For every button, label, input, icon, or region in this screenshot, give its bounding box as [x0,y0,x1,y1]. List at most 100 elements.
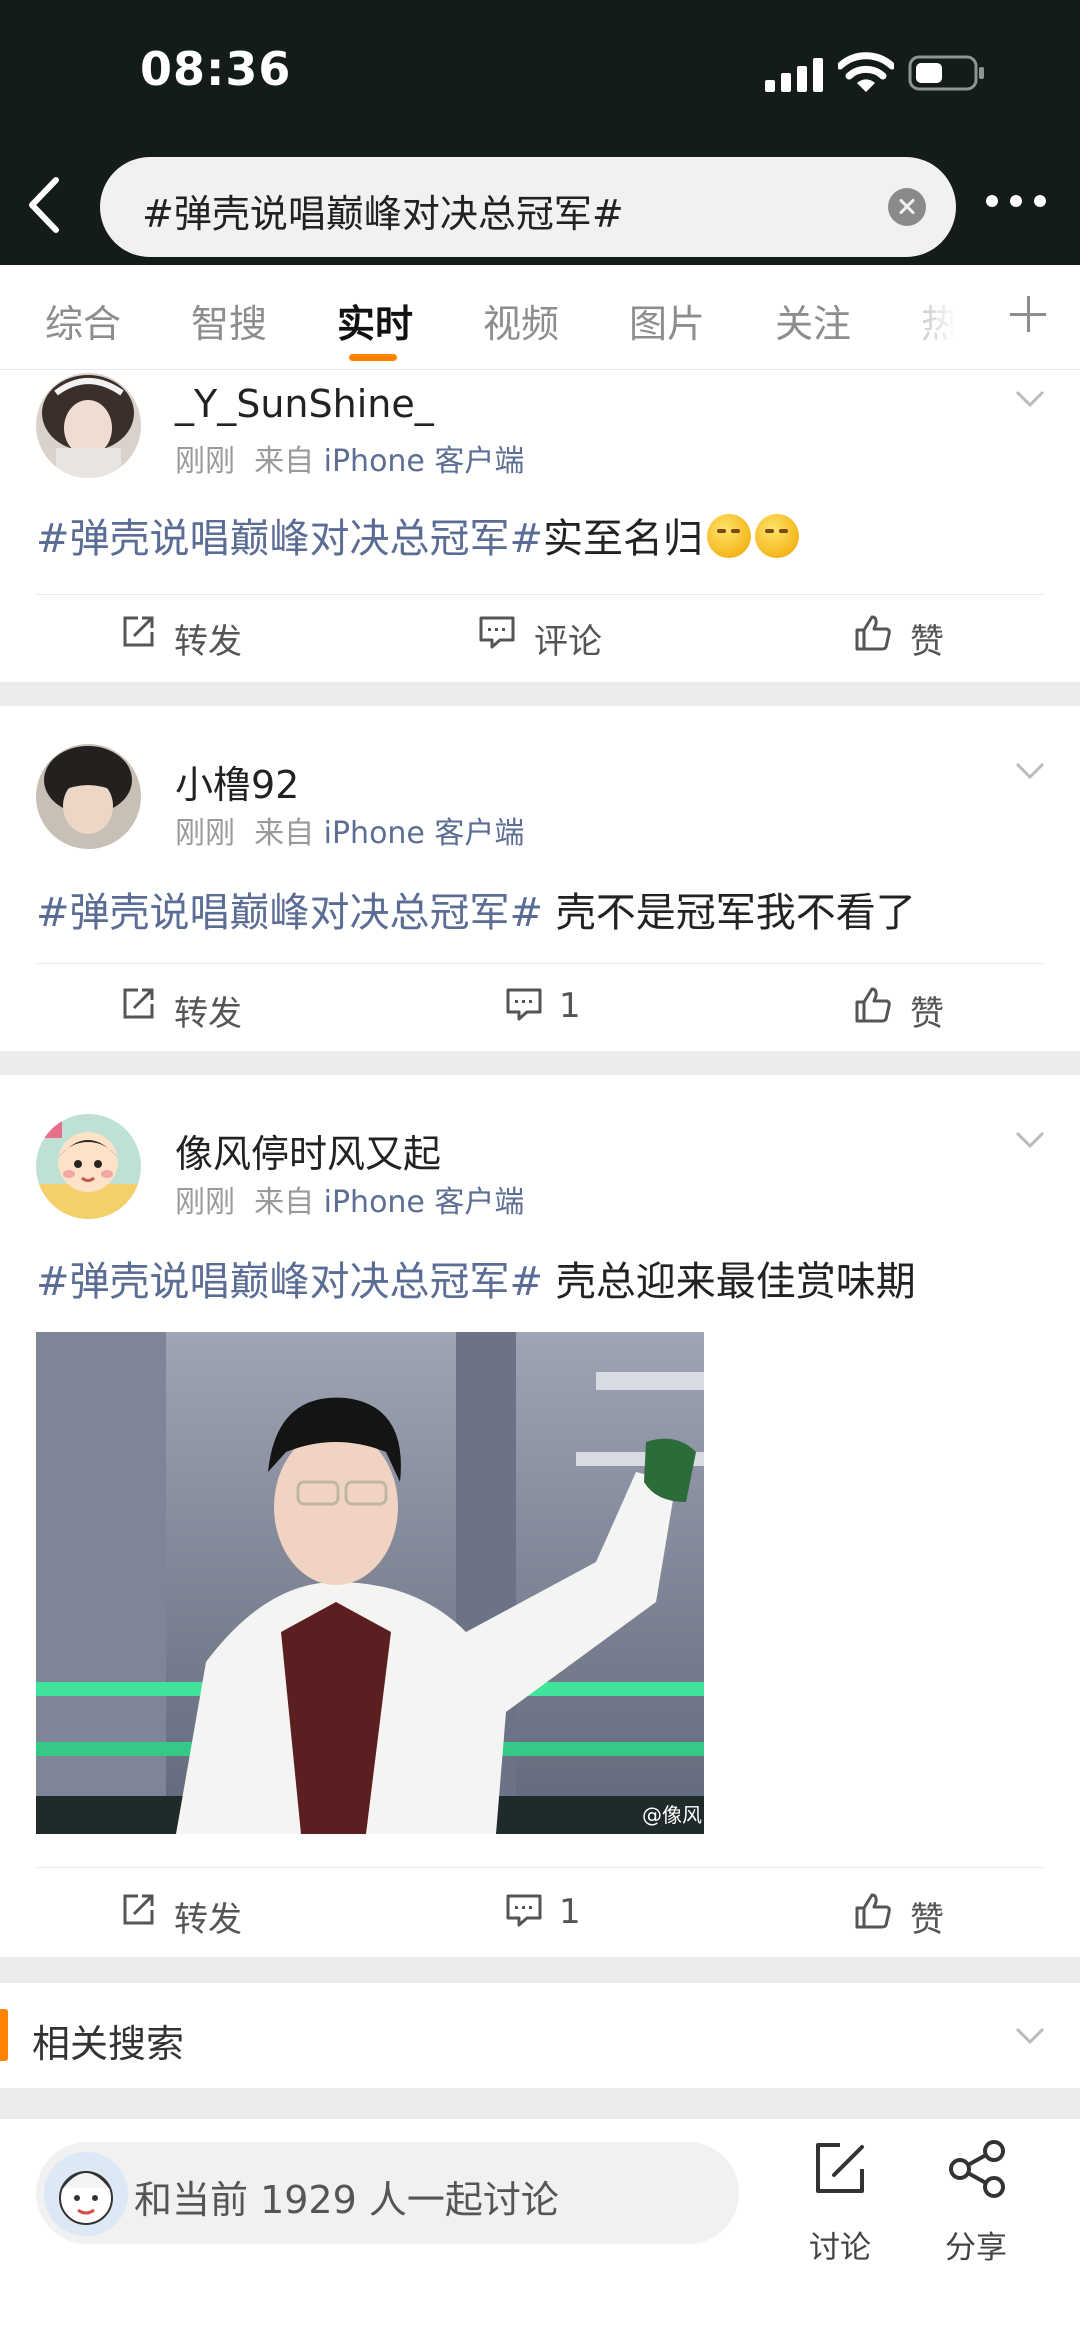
tab-images[interactable]: 图片 [629,293,705,348]
comment-icon [479,616,515,649]
like-label: 赞 [910,994,944,1034]
share-button[interactable]: 分享 [936,2139,1016,2289]
repost-icon [123,988,154,1019]
repost-button[interactable]: 转发 [120,1888,250,1940]
performer-photo [36,1332,704,1834]
wifi-icon [838,52,894,92]
comment-button[interactable]: 1 [505,982,605,1032]
post-hashtag[interactable]: #弹壳说唱巅峰对决总冠军# [36,890,543,936]
comment-count: 1 [559,986,581,1026]
repost-icon [123,616,154,647]
status-time: 08:36 [140,42,292,96]
post-body: 壳不是冠军我不看了 [543,890,916,936]
tab-fade-overlay [880,265,990,369]
share-label: 分享 [945,2230,1007,2266]
post-source[interactable]: iPhone 客户端 [324,816,525,851]
repost-label: 转发 [174,1900,242,1940]
post-hashtag[interactable]: #弹壳说唱巅峰对决总冠军# [36,516,543,562]
divider [36,594,1044,595]
post-meta: 刚刚 来自 iPhone 客户端 [175,1177,524,1221]
tab-smart-search[interactable]: 智搜 [191,293,267,348]
comment-icon [506,988,542,1021]
like-label: 赞 [910,1900,944,1940]
tab-comprehensive[interactable]: 综合 [45,293,121,348]
post-time: 刚刚 [175,444,235,479]
back-arrow-icon[interactable] [22,174,68,236]
repost-button[interactable]: 转发 [120,610,250,662]
post-source[interactable]: iPhone 客户端 [324,444,525,479]
search-tabs: 综合 智搜 实时 视频 图片 关注 热 [0,265,1080,370]
post-meta: 刚刚 来自 iPhone 客户端 [175,436,524,480]
tab-video[interactable]: 视频 [483,293,559,348]
related-search-title: 相关搜索 [32,2022,185,2066]
post-source[interactable]: iPhone 客户端 [324,1185,525,1220]
post-source-prefix: 来自 [254,1185,315,1220]
repost-button[interactable]: 转发 [120,982,250,1034]
post-time: 刚刚 [175,1185,235,1220]
compose-icon [816,2143,864,2193]
chevron-down-icon[interactable] [1015,390,1045,408]
search-input[interactable]: #弹壳说唱巅峰对决总冠军# [100,157,956,257]
divider [36,963,1044,964]
avatar[interactable] [36,1114,141,1219]
discuss-input[interactable]: 和当前 1929 人一起讨论 [36,2142,739,2244]
thinking-face-icon [707,514,752,558]
repost-label: 转发 [174,622,242,662]
discuss-label: 讨论 [809,2230,871,2266]
battery-icon [908,55,984,91]
related-search-section[interactable]: 相关搜索 [0,1983,1080,2088]
avatar[interactable] [36,373,141,478]
status-bar: 08:36 [0,0,1080,150]
discuss-placeholder: 和当前 1929 人一起讨论 [134,2178,559,2222]
tab-following[interactable]: 关注 [775,293,851,348]
search-header: #弹壳说唱巅峰对决总冠军# [0,150,1080,265]
post-text: #弹壳说唱巅峰对决总冠军#实至名归 [36,506,800,564]
post-card: 小橹92 刚刚 来自 iPhone 客户端 #弹壳说唱巅峰对决总冠军# 壳不是冠… [0,706,1080,1051]
comment-label: 评论 [534,622,602,662]
post-meta: 刚刚 来自 iPhone 客户端 [175,808,524,852]
like-button[interactable]: 赞 [854,982,954,1034]
add-tab-icon[interactable] [1010,296,1046,332]
bottom-bar: 和当前 1929 人一起讨论 讨论 分享 [0,2118,1080,2341]
comment-button[interactable]: 1 [505,1888,605,1938]
repost-icon [123,1894,154,1925]
chevron-down-icon[interactable] [1015,762,1045,780]
like-button[interactable]: 赞 [854,1888,954,1940]
clear-search-icon[interactable] [888,188,926,226]
thumbs-up-icon [855,987,891,1023]
post-username[interactable]: 像风停时风又起 [175,1123,441,1178]
thumbs-up-icon [855,615,891,651]
post-time: 刚刚 [175,816,235,851]
post-username[interactable]: 小橹92 [175,754,299,809]
post-image[interactable]: @像风 [36,1332,704,1834]
like-label: 赞 [910,622,944,662]
thumbs-up-icon [855,1893,891,1929]
thinking-face-icon [755,514,800,558]
active-tab-indicator [349,354,397,361]
like-button[interactable]: 赞 [854,610,954,662]
avatar[interactable] [36,744,141,849]
post-hashtag[interactable]: #弹壳说唱巅峰对决总冠军# [36,1259,543,1305]
discuss-button[interactable]: 讨论 [800,2139,880,2289]
share-icon [949,2140,1005,2198]
avatar [44,2152,128,2236]
post-source-prefix: 来自 [254,444,315,479]
comment-icon [506,1894,542,1927]
post-text: #弹壳说唱巅峰对决总冠军# 壳总迎来最佳赏味期 [36,1249,916,1307]
post-username[interactable]: _Y_SunShine_ [175,382,434,426]
search-query: #弹壳说唱巅峰对决总冠军# [142,192,624,236]
tab-realtime[interactable]: 实时 [337,293,413,348]
post-text: #弹壳说唱巅峰对决总冠军# 壳不是冠军我不看了 [36,880,916,938]
more-options-icon[interactable] [986,193,1046,209]
chevron-down-icon[interactable] [1015,1131,1045,1149]
chevron-down-icon[interactable] [1015,2027,1045,2045]
image-watermark: @像风 [642,1803,702,1827]
post-body: 壳总迎来最佳赏味期 [543,1259,916,1305]
post-body: 实至名归 [543,516,704,562]
post-source-prefix: 来自 [254,816,315,851]
repost-label: 转发 [174,994,242,1034]
comment-button[interactable]: 评论 [478,610,618,662]
comment-count: 1 [559,1892,581,1932]
cellular-signal-icon [765,58,823,92]
divider [36,1867,1044,1868]
